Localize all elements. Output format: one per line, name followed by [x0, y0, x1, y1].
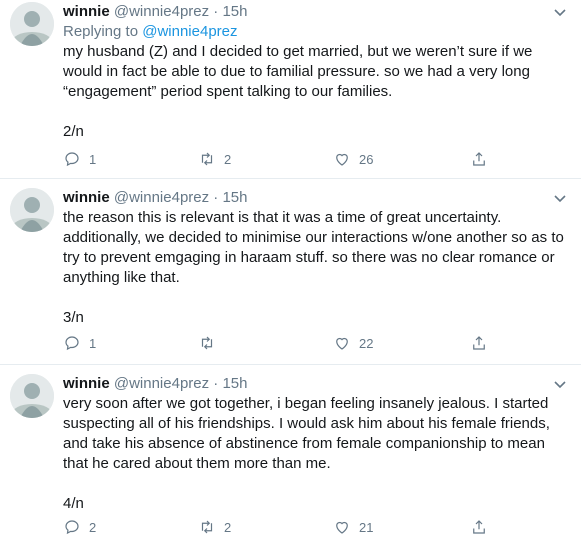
tweet-text-line: the reason this is relevant is that it w… [63, 209, 502, 226]
like-count: 22 [359, 335, 374, 351]
tweet-2[interactable]: winnie @winnie4prez · 15h the reason thi… [0, 186, 581, 362]
tweet-actions: 2 2 21 [63, 517, 493, 537]
tweet-actions: 1 2 26 [63, 149, 493, 169]
tweet-content: winnie @winnie4prez · 15h Replying to @w… [63, 2, 568, 142]
like-icon [336, 521, 348, 534]
replying-prefix: Replying to [63, 23, 143, 40]
retweet-count: 2 [224, 151, 232, 167]
separator: · [213, 3, 219, 20]
thread-counter: 3/n [63, 309, 84, 326]
reply-icon [65, 520, 79, 535]
separator: · [213, 375, 219, 392]
tweet-actions: 1 22 [63, 333, 493, 353]
reply-count: 1 [89, 151, 97, 167]
tweet-text-line: suspecting all of his friendships. I wou… [63, 415, 550, 432]
like-icon [336, 337, 348, 350]
thread-counter: 2/n [63, 123, 84, 140]
tweet-text-line: that he cared about them more than me. [63, 455, 331, 472]
avatar[interactable] [10, 374, 54, 418]
tweet-3[interactable]: winnie @winnie4prez · 15h very soon afte… [0, 372, 581, 544]
tweet-text-line: try to prevent emgaging in haraam stuff.… [63, 249, 555, 266]
retweet-icon [201, 336, 213, 350]
share-icon [473, 336, 485, 350]
like-icon [336, 153, 348, 166]
tweet-text-line: would in fact be able to due to familial… [63, 63, 530, 80]
replying-to-link[interactable]: @winnie4prez [142, 23, 237, 40]
timestamp[interactable]: 15h [222, 3, 247, 20]
share-icon [473, 520, 485, 534]
share-button[interactable] [470, 517, 488, 537]
tweet-content: winnie @winnie4prez · 15h very soon afte… [63, 374, 568, 514]
retweet-button[interactable]: 2 [198, 149, 231, 169]
reply-button[interactable]: 2 [63, 517, 96, 537]
like-count: 21 [359, 519, 374, 535]
tweet-content: winnie @winnie4prez · 15h the reason thi… [63, 188, 568, 328]
avatar[interactable] [10, 2, 54, 46]
avatar[interactable] [10, 188, 54, 232]
chevron-down-icon[interactable] [552, 376, 568, 392]
tweet-header: winnie @winnie4prez · 15h [63, 374, 568, 394]
tweet-text-line: and take his absence of abstinence from … [63, 435, 545, 452]
like-count: 26 [359, 151, 374, 167]
retweet-button[interactable] [198, 333, 224, 353]
replying-to: Replying to @winnie4prez [63, 22, 568, 42]
share-icon [473, 152, 485, 166]
user-handle[interactable]: @winnie4prez [114, 189, 209, 206]
reply-count: 2 [89, 519, 97, 535]
share-button[interactable] [470, 149, 488, 169]
retweet-icon [201, 152, 213, 166]
thread-counter: 4/n [63, 495, 84, 512]
chevron-down-icon[interactable] [552, 4, 568, 20]
tweet-text-line: very soon after we got together, i began… [63, 395, 549, 412]
tweet-1[interactable]: winnie @winnie4prez · 15h Replying to @w… [0, 0, 581, 176]
tweet-text-line: anything like that. [63, 269, 180, 286]
reply-button[interactable]: 1 [63, 333, 96, 353]
user-handle[interactable]: @winnie4prez [114, 375, 209, 392]
chevron-down-icon[interactable] [552, 190, 568, 206]
reply-icon [65, 336, 79, 351]
display-name[interactable]: winnie [63, 375, 110, 392]
divider [0, 364, 581, 365]
display-name[interactable]: winnie [63, 3, 110, 20]
divider [0, 178, 581, 179]
reply-button[interactable]: 1 [63, 149, 96, 169]
tweet-header: winnie @winnie4prez · 15h [63, 2, 568, 22]
user-handle[interactable]: @winnie4prez [114, 3, 209, 20]
like-button[interactable]: 26 [333, 149, 373, 169]
tweet-text-line: my husband (Z) and I decided to get marr… [63, 43, 533, 60]
timestamp[interactable]: 15h [222, 189, 247, 206]
share-button[interactable] [470, 333, 488, 353]
like-button[interactable]: 22 [333, 333, 373, 353]
retweet-button[interactable]: 2 [198, 517, 231, 537]
tweet-text: the reason this is relevant is that it w… [63, 208, 568, 288]
reply-count: 1 [89, 335, 97, 351]
tweet-text-line: “engagement” period spent talking to our… [63, 83, 393, 100]
tweet-text: my husband (Z) and I decided to get marr… [63, 42, 568, 102]
like-button[interactable]: 21 [333, 517, 373, 537]
retweet-icon [201, 520, 213, 534]
timestamp[interactable]: 15h [222, 375, 247, 392]
retweet-count: 2 [224, 519, 232, 535]
tweet-text: very soon after we got together, i began… [63, 394, 568, 474]
reply-icon [65, 152, 79, 167]
display-name[interactable]: winnie [63, 189, 110, 206]
tweet-text-line: additionally, we decided to minimise our… [63, 229, 564, 246]
tweet-header: winnie @winnie4prez · 15h [63, 188, 568, 208]
separator: · [213, 189, 219, 206]
